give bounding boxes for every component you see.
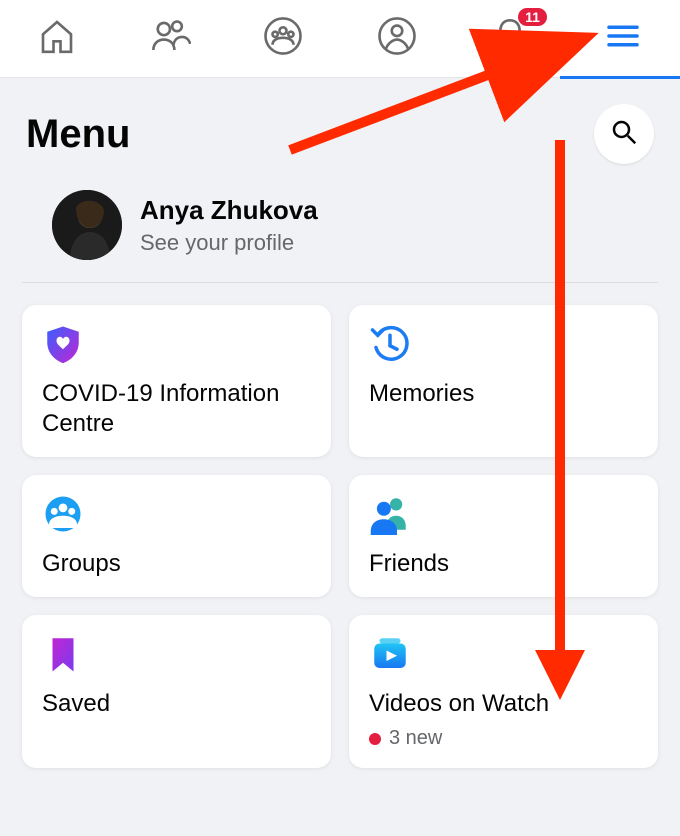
video-watch-icon [369,633,411,675]
card-label: Memories [369,379,638,409]
card-videos[interactable]: Videos on Watch 3 new [349,615,658,768]
page-title: Menu [26,112,130,157]
nav-notifications[interactable]: 11 [485,14,535,64]
notifications-badge: 11 [518,8,547,26]
top-nav: 11 [0,0,680,78]
card-label: Videos on Watch [369,689,638,719]
profile-row[interactable]: Anya Zhukova See your profile [22,174,658,283]
new-dot-icon [369,733,381,745]
shield-heart-icon [42,323,84,365]
card-label: Saved [42,689,311,719]
clock-rewind-icon [369,323,411,365]
nav-groups[interactable] [258,14,308,64]
avatar [52,190,122,260]
active-tab-indicator [560,76,680,79]
card-sublabel: 3 new [369,727,638,750]
profile-name: Anya Zhukova [140,195,318,226]
profile-icon [376,15,418,62]
card-saved[interactable]: Saved [22,615,331,768]
friends-icon [149,15,191,62]
menu-header: Menu [0,78,680,174]
search-button[interactable] [594,104,654,164]
card-sub-text: 3 new [389,727,442,750]
groups-icon [262,15,304,62]
two-people-icon [369,493,411,535]
search-icon [609,117,639,152]
nav-friends[interactable] [145,14,195,64]
nav-menu[interactable] [598,14,648,64]
profile-text: Anya Zhukova See your profile [140,195,318,256]
card-memories[interactable]: Memories [349,305,658,457]
profile-subtitle: See your profile [140,230,318,256]
home-icon [36,15,78,62]
groups-circle-icon [42,493,84,535]
nav-profile[interactable] [372,14,422,64]
hamburger-icon [602,15,644,62]
card-label: Friends [369,549,638,579]
bookmark-icon [42,633,84,675]
card-label: Groups [42,549,311,579]
card-label: COVID-19 Information Centre [42,379,311,439]
nav-home[interactable] [32,14,82,64]
card-covid[interactable]: COVID-19 Information Centre [22,305,331,457]
menu-cards: COVID-19 Information Centre Memories Gro… [0,283,680,790]
card-groups[interactable]: Groups [22,475,331,597]
card-friends[interactable]: Friends [349,475,658,597]
